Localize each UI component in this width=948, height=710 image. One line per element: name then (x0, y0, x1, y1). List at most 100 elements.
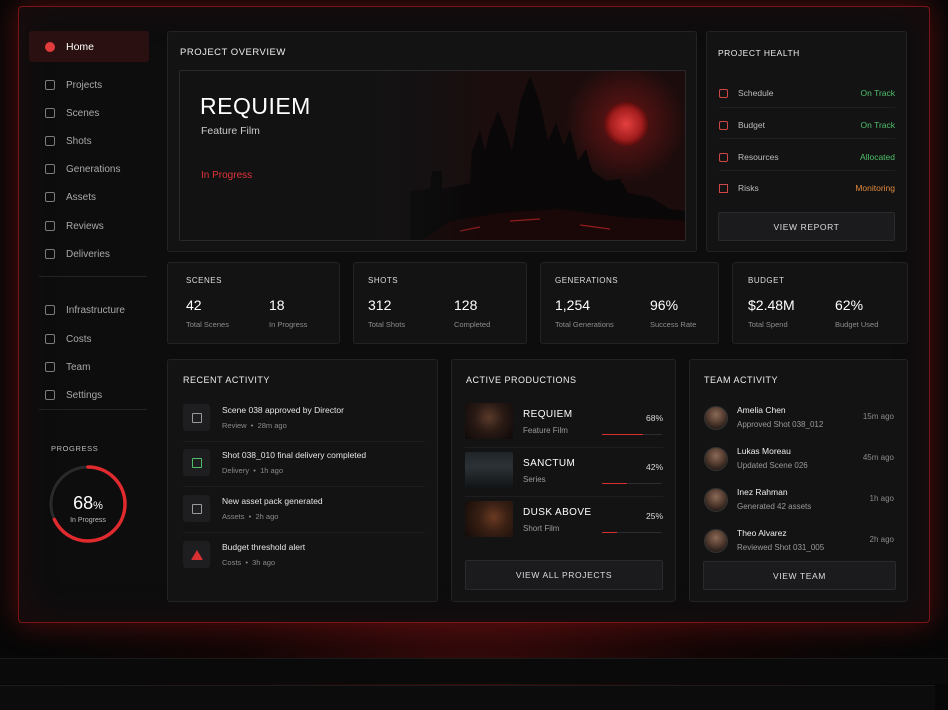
budget-icon (719, 120, 728, 130)
bottom-panel (0, 685, 935, 710)
sidebar-item-costs[interactable]: Costs (29, 325, 149, 353)
health-divider (719, 107, 895, 108)
stat-label: Success Rate (650, 320, 697, 329)
gear-icon (45, 390, 55, 400)
sidebar-item-shots[interactable]: Shots (29, 127, 149, 155)
delivery-icon (183, 449, 210, 476)
team-member-item[interactable]: Theo Alvarez Reviewed Shot 031_005 2h ag… (704, 525, 894, 557)
health-row-budget: Budget On Track (719, 120, 895, 130)
team-icon (45, 362, 55, 372)
sidebar-item-team[interactable]: Team (29, 353, 149, 381)
view-all-projects-button[interactable]: VIEW ALL PROJECTS (465, 560, 663, 590)
stat-value: 128 (454, 297, 478, 313)
production-item-requiem[interactable]: REQUIEM Feature Film 68% (465, 403, 663, 441)
sidebar-item-scenes[interactable]: Scenes (29, 99, 149, 127)
sidebar-item-infrastructure[interactable]: Infrastructure (29, 296, 149, 324)
activity-divider (183, 441, 425, 442)
productions-title: ACTIVE PRODUCTIONS (466, 375, 577, 385)
production-thumbnail (465, 452, 513, 488)
stat-card-budget: BUDGET $2.48M Total Spend 62% Budget Use… (732, 262, 908, 344)
team-title: TEAM ACTIVITY (704, 375, 779, 385)
stat-label: Total Spend (748, 320, 788, 329)
camera-icon (45, 136, 55, 146)
sidebar-item-generations[interactable]: Generations (29, 155, 149, 183)
deliveries-icon (45, 249, 55, 259)
sidebar-item-assets[interactable]: Assets (29, 183, 149, 211)
avatar (704, 529, 728, 553)
production-progress (602, 483, 662, 484)
stat-title: BUDGET (748, 276, 785, 285)
clock-icon (719, 88, 728, 98)
project-hero[interactable]: REQUIEM Feature Film In Progress (179, 70, 686, 241)
app-window: Home Projects Scenes Shots Generations A… (18, 6, 930, 623)
review-icon (183, 404, 210, 431)
view-report-button[interactable]: VIEW REPORT (718, 212, 895, 241)
activity-divider (183, 532, 425, 533)
warning-icon (719, 183, 728, 193)
folder-icon (45, 80, 55, 90)
health-title: PROJECT HEALTH (718, 48, 800, 58)
activity-item[interactable]: Shot 038_010 final delivery completed De… (183, 447, 423, 481)
activity-item[interactable]: New asset pack generated Assets • 2h ago (183, 493, 423, 527)
reviews-icon (45, 221, 55, 231)
stat-value: 42 (186, 297, 202, 313)
server-icon (45, 305, 55, 315)
project-name: REQUIEM (200, 93, 311, 119)
view-team-button[interactable]: VIEW TEAM (703, 561, 896, 590)
stat-label: In Progress (269, 320, 308, 329)
production-progress-fill (602, 483, 628, 484)
sidebar-item-reviews[interactable]: Reviews (29, 212, 149, 240)
stat-value: 62% (835, 297, 864, 313)
health-row-schedule: Schedule On Track (719, 88, 895, 98)
alert-icon (183, 541, 210, 568)
stat-value: 18 (269, 297, 285, 313)
team-member-item[interactable]: Amelia Chen Approved Shot 038_012 15m ag… (704, 402, 894, 434)
progress-value: 68% (73, 493, 103, 513)
project-type: Feature Film (201, 125, 260, 137)
health-value: On Track (860, 88, 895, 98)
sidebar-item-projects[interactable]: Projects (29, 71, 149, 99)
asset-icon (183, 495, 210, 522)
team-member-item[interactable]: Inez Rahman Generated 42 assets 1h ago (704, 484, 894, 516)
health-value: Allocated (860, 152, 895, 162)
recent-activity-card: RECENT ACTIVITY Scene 038 approved by Di… (167, 359, 438, 602)
health-row-risks: Risks Monitoring (719, 183, 895, 193)
progress-label: PROGRESS (51, 444, 99, 453)
sidebar-item-home[interactable]: Home (29, 31, 149, 62)
home-icon (45, 41, 55, 52)
sidebar-divider (39, 409, 147, 410)
bottom-panel (0, 658, 948, 684)
production-thumbnail (465, 501, 513, 537)
project-status: In Progress (201, 170, 253, 181)
project-health-card: PROJECT HEALTH Schedule On Track Budget On… (706, 31, 907, 252)
users-icon (719, 152, 728, 162)
stat-card-scenes: SCENES 42 Total Scenes 18 In Progress (167, 262, 340, 344)
production-item-sanctum[interactable]: SANCTUM Series 42% (465, 452, 663, 490)
team-member-item[interactable]: Lukas Moreau Updated Scene 026 45m ago (704, 443, 894, 475)
production-item-dusk-above[interactable]: DUSK ABOVE Short Film 25% (465, 501, 663, 539)
production-progress (602, 532, 662, 533)
activity-divider (183, 486, 425, 487)
production-thumbnail (465, 403, 513, 439)
costs-icon (45, 334, 55, 344)
activity-item[interactable]: Scene 038 approved by Director Review • … (183, 402, 423, 436)
activity-item[interactable]: Budget threshold alert Costs • 3h ago (183, 539, 423, 573)
stat-value: $2.48M (748, 297, 795, 313)
stat-title: SHOTS (368, 276, 399, 285)
assets-icon (45, 192, 55, 202)
sidebar-divider (39, 276, 147, 277)
overview-title: PROJECT OVERVIEW (180, 47, 286, 58)
health-value: On Track (860, 120, 895, 130)
stat-value: 96% (650, 297, 679, 313)
health-row-resources: Resources Allocated (719, 152, 895, 162)
stat-label: Completed (454, 320, 491, 329)
stat-label: Total Scenes (186, 320, 229, 329)
health-value: Monitoring (855, 183, 895, 193)
sidebar: Home Projects Scenes Shots Generations A… (29, 19, 153, 612)
stat-title: SCENES (186, 276, 222, 285)
sidebar-item-deliveries[interactable]: Deliveries (29, 240, 149, 268)
sidebar-item-settings[interactable]: Settings (29, 381, 149, 409)
activity-title: RECENT ACTIVITY (183, 375, 270, 385)
avatar (704, 406, 728, 430)
team-activity-card: TEAM ACTIVITY Amelia Chen Approved Shot … (689, 359, 908, 602)
